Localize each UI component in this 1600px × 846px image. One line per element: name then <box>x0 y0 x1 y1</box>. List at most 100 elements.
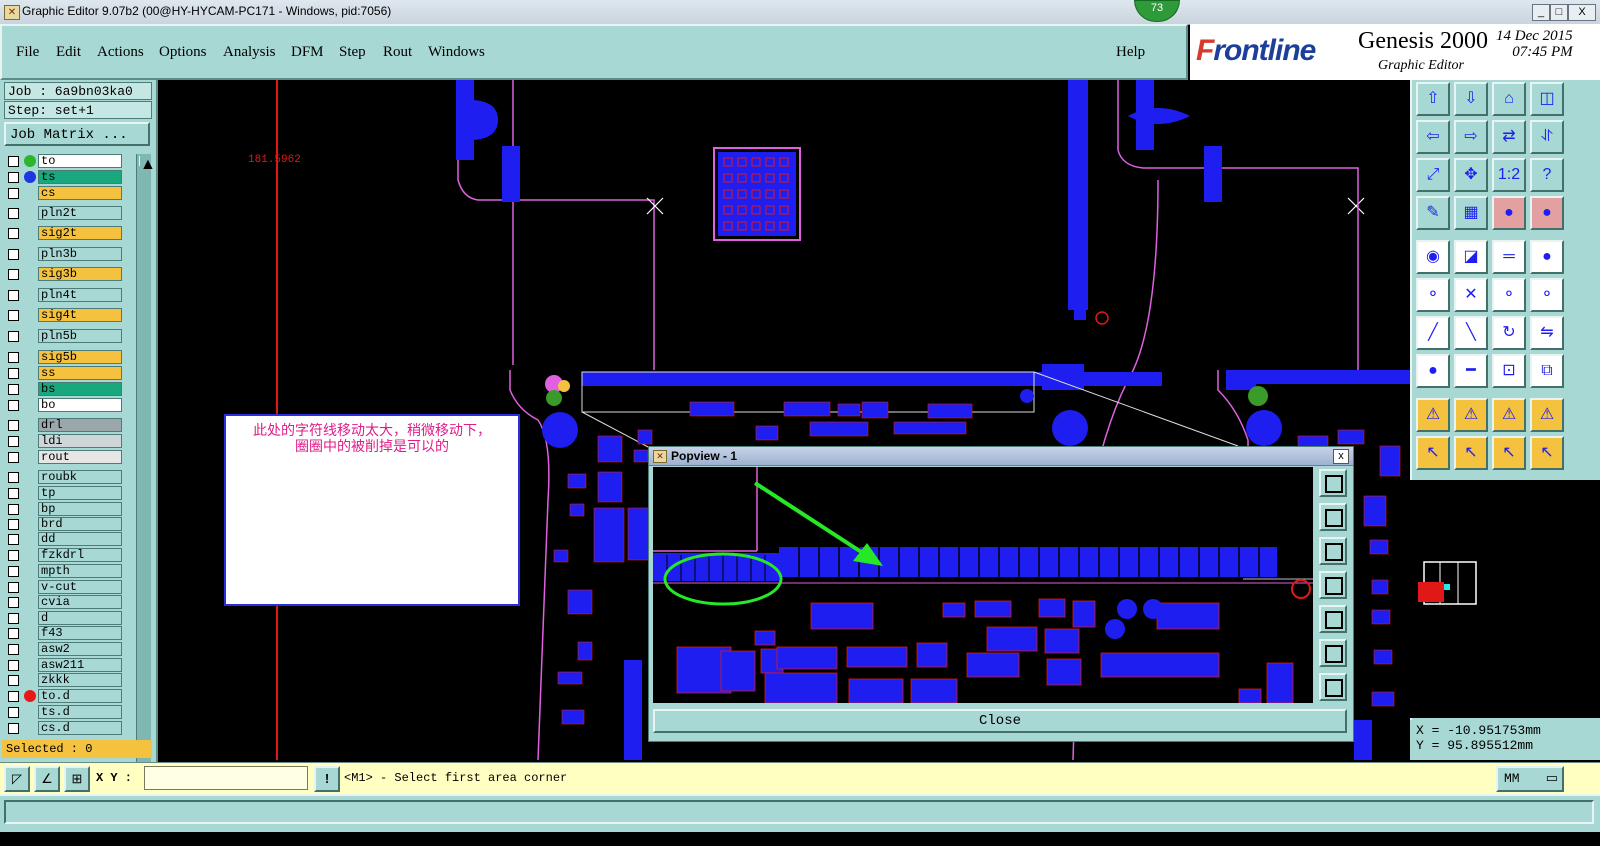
tool-swap-button[interactable]: ⇄ <box>1492 120 1526 154</box>
layer-row-pln3b[interactable]: pln3b <box>6 247 126 262</box>
tool-merge-button[interactable]: ⧉ <box>1530 354 1564 388</box>
layer-checkbox[interactable] <box>8 384 19 395</box>
angle-mode-button[interactable]: ∠ <box>34 766 60 792</box>
layer-checkbox[interactable] <box>8 290 19 301</box>
layer-name[interactable]: mpth <box>38 564 122 578</box>
layer-name[interactable]: pln2t <box>38 206 122 220</box>
close-window-button[interactable]: X <box>1568 4 1596 21</box>
tool-panel-b-button[interactable]: ● <box>1530 196 1564 230</box>
layer-row-asw211[interactable]: asw211 <box>6 658 126 673</box>
layer-checkbox[interactable] <box>8 534 19 545</box>
layer-row-cs.d[interactable]: cs.d <box>6 721 126 736</box>
popview-pan-left-button[interactable] <box>1319 571 1347 599</box>
tool-pointer-multi-button[interactable]: ↖ <box>1530 436 1564 470</box>
layer-name[interactable]: sig5b <box>38 350 122 364</box>
tool-select-pad-button[interactable]: ◉ <box>1416 240 1450 274</box>
tool-ratio-button[interactable]: 1:2 <box>1492 158 1526 192</box>
layer-row-cvia[interactable]: cvia <box>6 595 126 610</box>
layer-name[interactable]: d <box>38 611 122 625</box>
tool-fit-all-button[interactable]: ⤢ <box>1416 158 1450 192</box>
layer-row-roubk[interactable]: roubk <box>6 470 126 485</box>
tool-move-left-button[interactable]: ⇦ <box>1416 120 1450 154</box>
layer-checkbox[interactable] <box>8 723 19 734</box>
layer-color-dot[interactable] <box>24 690 36 702</box>
xy-input[interactable] <box>144 766 308 790</box>
snap-mode-button[interactable]: ◸ <box>4 766 30 792</box>
layer-checkbox[interactable] <box>8 436 19 447</box>
tool-arrow-c-button[interactable]: ⚠ <box>1492 398 1526 432</box>
tool-rotate-button[interactable]: ↻ <box>1492 316 1526 350</box>
layer-color-dot[interactable] <box>24 155 36 167</box>
layer-name[interactable]: sig3b <box>38 267 122 281</box>
tool-ruler-button[interactable]: ═ <box>1492 240 1526 274</box>
layer-row-ts[interactable]: ts <box>6 170 126 185</box>
popview-canvas[interactable] <box>653 467 1313 703</box>
menu-options[interactable]: Options <box>159 44 207 61</box>
layer-name[interactable]: f43 <box>38 626 122 640</box>
tool-measure-button[interactable]: ✎ <box>1416 196 1450 230</box>
tool-route-button[interactable]: ◪ <box>1454 240 1488 274</box>
tool-home-button[interactable]: ⌂ <box>1492 82 1526 116</box>
tool-pointer-hl-button[interactable]: ↖ <box>1492 436 1526 470</box>
popview-zoom-out-button[interactable] <box>1319 673 1347 701</box>
layer-checkbox[interactable] <box>8 691 19 702</box>
layer-name[interactable]: fzkdrl <box>38 548 122 562</box>
layer-row-zkkk[interactable]: zkkk <box>6 673 126 688</box>
tool-help-button[interactable]: ? <box>1530 158 1564 192</box>
menu-rout[interactable]: Rout <box>383 44 412 61</box>
tool-arrow-d-button[interactable]: ⚠ <box>1530 398 1564 432</box>
tool-add-pad-button[interactable]: ⚬ <box>1492 278 1526 312</box>
layer-checkbox[interactable] <box>8 400 19 411</box>
popview-title-bar[interactable]: ✕ Popview - 1 <box>649 447 1353 466</box>
layer-name[interactable]: bo <box>38 398 122 412</box>
layer-checkbox[interactable] <box>8 208 19 219</box>
tool-pointer-button[interactable]: ↖ <box>1416 436 1450 470</box>
popview-window[interactable]: ✕ Popview - 1 x Close <box>648 446 1354 742</box>
layer-checkbox[interactable] <box>8 660 19 671</box>
layer-name[interactable]: sig4t <box>38 308 122 322</box>
layer-checkbox[interactable] <box>8 420 19 431</box>
tool-mirror-button[interactable]: ⇋ <box>1530 316 1564 350</box>
layer-name[interactable]: tp <box>38 486 122 500</box>
popview-pan-down-button[interactable] <box>1319 537 1347 565</box>
layer-checkbox[interactable] <box>8 331 19 342</box>
tool-panel-a-button[interactable]: ● <box>1492 196 1526 230</box>
layer-checkbox[interactable] <box>8 269 19 280</box>
layer-checkbox[interactable] <box>8 452 19 463</box>
layer-row-pln2t[interactable]: pln2t <box>6 206 126 221</box>
layer-name[interactable]: drl <box>38 418 122 432</box>
tool-grid-button[interactable]: ▦ <box>1454 196 1488 230</box>
layer-row-d[interactable]: d <box>6 611 126 626</box>
layer-checkbox[interactable] <box>8 582 19 593</box>
layer-checkbox[interactable] <box>8 613 19 624</box>
layer-name[interactable]: bs <box>38 382 122 396</box>
layer-checkbox[interactable] <box>8 228 19 239</box>
layer-row-v-cut[interactable]: v-cut <box>6 580 126 595</box>
layer-name[interactable]: cvia <box>38 595 122 609</box>
layer-checkbox[interactable] <box>8 628 19 639</box>
menu-file[interactable]: File <box>16 44 39 61</box>
overview-minimap[interactable] <box>1410 480 1600 718</box>
layer-name[interactable]: to.d <box>38 689 122 703</box>
layer-row-f43[interactable]: f43 <box>6 626 126 641</box>
popview-pan-up-button[interactable] <box>1319 503 1347 531</box>
tool-pointer-alt-button[interactable]: ↖ <box>1454 436 1488 470</box>
popview-zoom-fit-button[interactable] <box>1319 469 1347 497</box>
layer-name[interactable]: ss <box>38 366 122 380</box>
layer-name[interactable]: pln5b <box>38 329 122 343</box>
layer-row-bs[interactable]: bs <box>6 382 126 397</box>
layer-name[interactable]: ts.d <box>38 705 122 719</box>
popview-close-button[interactable]: Close <box>653 709 1347 733</box>
job-matrix-button[interactable]: Job Matrix ... <box>4 122 150 146</box>
layer-checkbox[interactable] <box>8 519 19 530</box>
layer-row-brd[interactable]: brd <box>6 517 126 532</box>
layer-row-cs[interactable]: cs <box>6 186 126 201</box>
tool-move-down-button[interactable]: ⇩ <box>1454 82 1488 116</box>
tool-arrow-a-button[interactable]: ⚠ <box>1416 398 1450 432</box>
layer-checkbox[interactable] <box>8 368 19 379</box>
popview-close-x-button[interactable]: x <box>1333 449 1349 464</box>
tool-pad-button[interactable]: ● <box>1530 240 1564 274</box>
layer-row-bp[interactable]: bp <box>6 502 126 517</box>
layer-checkbox[interactable] <box>8 566 19 577</box>
layer-row-to[interactable]: to <box>6 154 126 169</box>
